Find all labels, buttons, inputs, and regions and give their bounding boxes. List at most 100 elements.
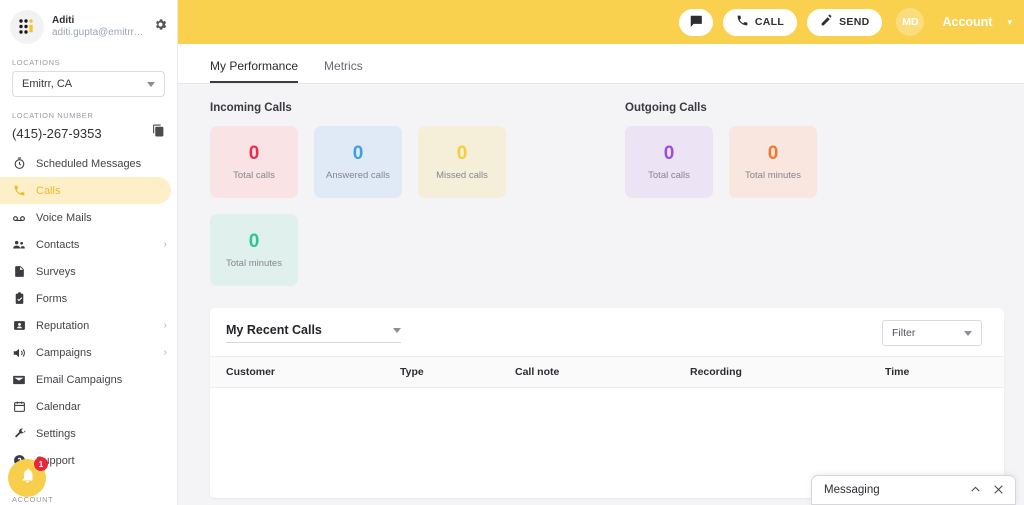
tab-metrics[interactable]: Metrics [324, 59, 363, 83]
recent-calls-toolbar: My Recent Calls Filter [210, 308, 1004, 356]
stat-label: Total minutes [226, 257, 282, 269]
stat-value: 0 [248, 142, 260, 164]
copy-icon[interactable] [152, 124, 165, 142]
emitrr-logo-icon [10, 10, 44, 44]
stat-card-outgoing-total-minutes[interactable]: 0 Total minutes [729, 126, 817, 198]
incoming-calls-title: Incoming Calls [210, 102, 292, 114]
recent-calls-select[interactable]: My Recent Calls [226, 323, 401, 343]
profile-text: Aditi aditi.gupta@emitrr.c... [52, 15, 145, 40]
voicemail-icon [12, 211, 26, 225]
profile-email: aditi.gupta@emitrr.c... [52, 27, 145, 38]
sidebar-item-forms[interactable]: Forms [0, 285, 177, 312]
chevron-down-icon[interactable]: ▾ [1007, 17, 1012, 28]
stat-card-answered-calls[interactable]: 0 Answered calls [314, 126, 402, 198]
bell-icon [19, 467, 36, 489]
envelope-icon [12, 373, 26, 387]
tab-my-performance[interactable]: My Performance [210, 59, 299, 83]
sidebar-item-label: Forms [36, 292, 68, 305]
stat-value: 0 [767, 142, 779, 164]
message-button[interactable] [678, 8, 713, 36]
message-icon [689, 14, 703, 31]
stat-card-incoming-total-calls[interactable]: 0 Total calls [210, 126, 298, 198]
stat-label: Total calls [233, 169, 275, 181]
outgoing-calls-title: Outgoing Calls [625, 102, 707, 114]
stat-value: 0 [352, 142, 364, 164]
sidebar-item-label: Campaigns [36, 346, 92, 359]
messaging-widget-title: Messaging [824, 483, 880, 496]
top-header-bar: CALL SEND MD Account ▾ [178, 0, 1024, 44]
chevron-up-icon[interactable] [969, 483, 982, 496]
sidebar-item-reputation[interactable]: Reputation › [0, 312, 177, 339]
main-area: CALL SEND MD Account ▾ My Performance Me… [178, 0, 1024, 505]
location-number-label: LOCATION NUMBER [12, 111, 94, 120]
chevron-right-icon: › [163, 320, 167, 331]
recent-calls-select-value: My Recent Calls [226, 323, 322, 337]
stat-card-incoming-total-minutes[interactable]: 0 Total minutes [210, 214, 298, 286]
tab-bar: My Performance Metrics [178, 44, 1024, 84]
location-select[interactable]: Emitrr, CA [12, 71, 165, 97]
chevron-right-icon: › [163, 347, 167, 358]
filter-select[interactable]: Filter [882, 320, 982, 346]
sidebar-item-label: Settings [36, 427, 76, 440]
column-header-time: Time [885, 366, 910, 378]
stat-card-outgoing-total-calls[interactable]: 0 Total calls [625, 126, 713, 198]
sidebar-item-voice-mails[interactable]: Voice Mails [0, 204, 177, 231]
badge-icon [12, 319, 26, 333]
stats-section: Incoming Calls 0 Total calls 0 Answered … [178, 84, 1024, 286]
account-menu-label[interactable]: Account [942, 15, 992, 29]
document-icon [12, 265, 26, 279]
call-button-label: CALL [754, 16, 785, 28]
sidebar-item-scheduled-messages[interactable]: Scheduled Messages [0, 150, 177, 177]
sidebar-item-contacts[interactable]: Contacts › [0, 231, 177, 258]
call-button[interactable]: CALL [722, 8, 798, 36]
sidebar-item-label: Reputation [36, 319, 90, 332]
sidebar-item-surveys[interactable]: Surveys [0, 258, 177, 285]
send-button[interactable]: SEND [807, 8, 883, 36]
wrench-icon [12, 427, 26, 441]
profile-name: Aditi [52, 14, 75, 26]
sidebar-item-campaigns[interactable]: Campaigns › [0, 339, 177, 366]
gear-icon[interactable] [153, 17, 169, 37]
account-footer-label: ACCOUNT [12, 495, 54, 504]
sidebar-item-label: Support [36, 454, 75, 467]
outgoing-calls-group: Outgoing Calls 0 Total calls 0 Total min… [625, 102, 1004, 286]
messaging-widget-actions [969, 483, 1005, 496]
sidebar-item-label: Calendar [36, 400, 81, 413]
sidebar-item-email-campaigns[interactable]: Email Campaigns [0, 366, 177, 393]
phone-icon [12, 184, 26, 198]
column-header-recording: Recording [690, 366, 742, 378]
stat-value: 0 [456, 142, 468, 164]
sidebar-item-calendar[interactable]: Calendar [0, 393, 177, 420]
column-header-call-note: Call note [515, 366, 560, 378]
column-header-customer: Customer [226, 366, 276, 378]
location-number-row: (415)-267-9353 [0, 124, 177, 142]
notification-bell-button[interactable]: 1 [8, 457, 48, 497]
locations-label: LOCATIONS [12, 58, 61, 67]
chevron-down-icon [393, 327, 401, 333]
stat-value: 0 [663, 142, 675, 164]
clock-icon [12, 157, 26, 171]
sidebar: Aditi aditi.gupta@emitrr.c... LOCATIONS … [0, 0, 178, 505]
clipboard-icon [12, 292, 26, 306]
close-icon[interactable] [992, 483, 1005, 496]
messaging-widget[interactable]: Messaging [811, 475, 1016, 505]
app-root: Aditi aditi.gupta@emitrr.c... LOCATIONS … [0, 0, 1024, 505]
sidebar-item-label: Surveys [36, 265, 76, 278]
sidebar-item-settings[interactable]: Settings [0, 420, 177, 447]
sidebar-nav: Scheduled Messages Calls Voice Mails Con… [0, 150, 177, 474]
stat-card-missed-calls[interactable]: 0 Missed calls [418, 126, 506, 198]
incoming-calls-group: Incoming Calls 0 Total calls 0 Answered … [210, 102, 625, 286]
avatar[interactable]: MD [896, 8, 925, 36]
people-icon [12, 238, 26, 252]
column-header-type: Type [400, 366, 424, 378]
chevron-right-icon: › [163, 239, 167, 250]
sidebar-item-label: Voice Mails [36, 211, 92, 224]
megaphone-icon [12, 346, 26, 360]
stat-label: Missed calls [436, 169, 488, 181]
stat-label: Total minutes [745, 169, 801, 181]
sidebar-item-label: Scheduled Messages [36, 157, 142, 170]
pencil-icon [820, 14, 833, 30]
chevron-down-icon [147, 81, 155, 87]
stat-label: Answered calls [326, 169, 390, 181]
sidebar-item-calls[interactable]: Calls [0, 177, 171, 204]
